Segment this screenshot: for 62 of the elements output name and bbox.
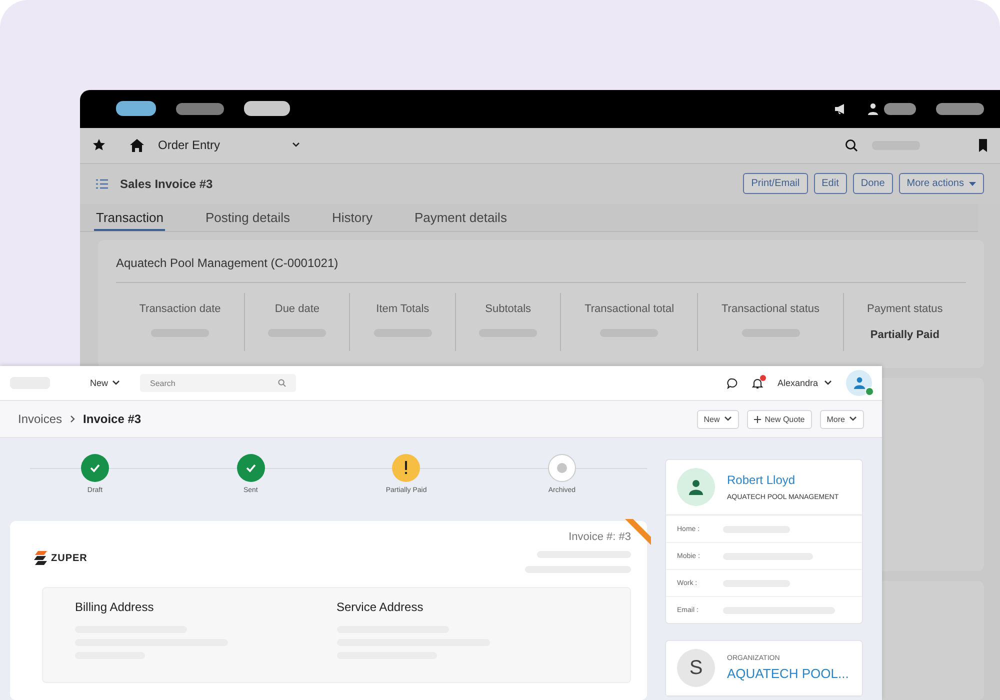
column-label: Transactional status — [722, 302, 820, 315]
action-button[interactable]: New — [696, 410, 739, 428]
tab[interactable]: Payment details — [412, 204, 509, 231]
bell-icon[interactable] — [752, 378, 764, 388]
module-selector[interactable]: Order Entry — [158, 138, 300, 152]
pending-step-icon — [548, 454, 576, 482]
bookmark-icon[interactable] — [978, 138, 988, 152]
check-icon — [236, 454, 265, 482]
nav-pill[interactable] — [116, 101, 156, 116]
action-button[interactable]: More actions — [898, 173, 984, 194]
exclamation-icon — [392, 454, 420, 482]
initial-avatar: S — [677, 649, 715, 687]
chevron-icon — [824, 380, 832, 386]
nav-pill[interactable] — [936, 102, 984, 115]
tab[interactable]: Transaction — [94, 204, 166, 231]
nav-pill[interactable] — [884, 102, 916, 115]
chevron-icon — [70, 415, 76, 423]
action-button[interactable]: More — [820, 410, 864, 428]
user-menu[interactable]: Alexandra — [777, 378, 832, 388]
person-icon — [677, 468, 715, 506]
address-title: Billing Address — [75, 600, 155, 614]
tab[interactable]: History — [330, 204, 374, 231]
chat-icon[interactable] — [727, 378, 738, 388]
home-icon[interactable] — [130, 138, 144, 152]
search-icon[interactable] — [845, 138, 858, 152]
customer-name: Aquatech Pool Management (C-0001021) — [116, 240, 966, 283]
avatar-icon[interactable] — [846, 370, 872, 396]
search-icon — [278, 379, 286, 387]
nav-pill[interactable] — [244, 101, 290, 116]
column-label: Payment status — [866, 302, 943, 315]
new-menu[interactable]: New — [84, 377, 126, 389]
chevron-icon — [292, 142, 300, 148]
action-button[interactable]: New Quote — [746, 410, 812, 428]
action-button[interactable]: Done — [852, 173, 893, 194]
star-icon[interactable] — [92, 138, 106, 152]
column-label: Due date — [274, 302, 320, 315]
organization-name[interactable]: AQUATECH POOL... — [727, 666, 849, 681]
brand-name: ZUPER — [51, 552, 88, 564]
chevron-icon — [724, 416, 732, 422]
action-button[interactable]: Print/Email — [743, 173, 808, 194]
column-label: Subtotals — [485, 302, 532, 315]
search-field[interactable]: Search — [140, 374, 296, 392]
address-title: Service Address — [336, 600, 424, 614]
column-label: Transactional total — [584, 302, 674, 315]
list-icon[interactable] — [96, 178, 108, 189]
chevron-icon — [112, 380, 120, 386]
column-label: Item Totals — [376, 302, 430, 315]
invoice-number: Invoice #: #3 — [568, 531, 631, 543]
column-value: Partially Paid — [870, 328, 940, 341]
contact-name[interactable]: Robert Lloyd — [727, 473, 839, 487]
user-icon[interactable] — [868, 102, 878, 115]
plus-icon — [754, 416, 761, 422]
chevron-icon — [849, 416, 857, 422]
breadcrumb-current: Invoice #3 — [83, 412, 142, 426]
check-icon — [81, 454, 109, 482]
column-label: Transaction date — [139, 302, 221, 315]
breadcrumb-link[interactable]: Invoices — [18, 412, 62, 426]
tab[interactable]: Posting details — [203, 204, 292, 231]
page-title: Sales Invoice #3 — [120, 176, 213, 191]
logo-icon — [34, 551, 48, 565]
action-button[interactable]: Edit — [814, 173, 847, 194]
caret-icon — [969, 182, 976, 186]
